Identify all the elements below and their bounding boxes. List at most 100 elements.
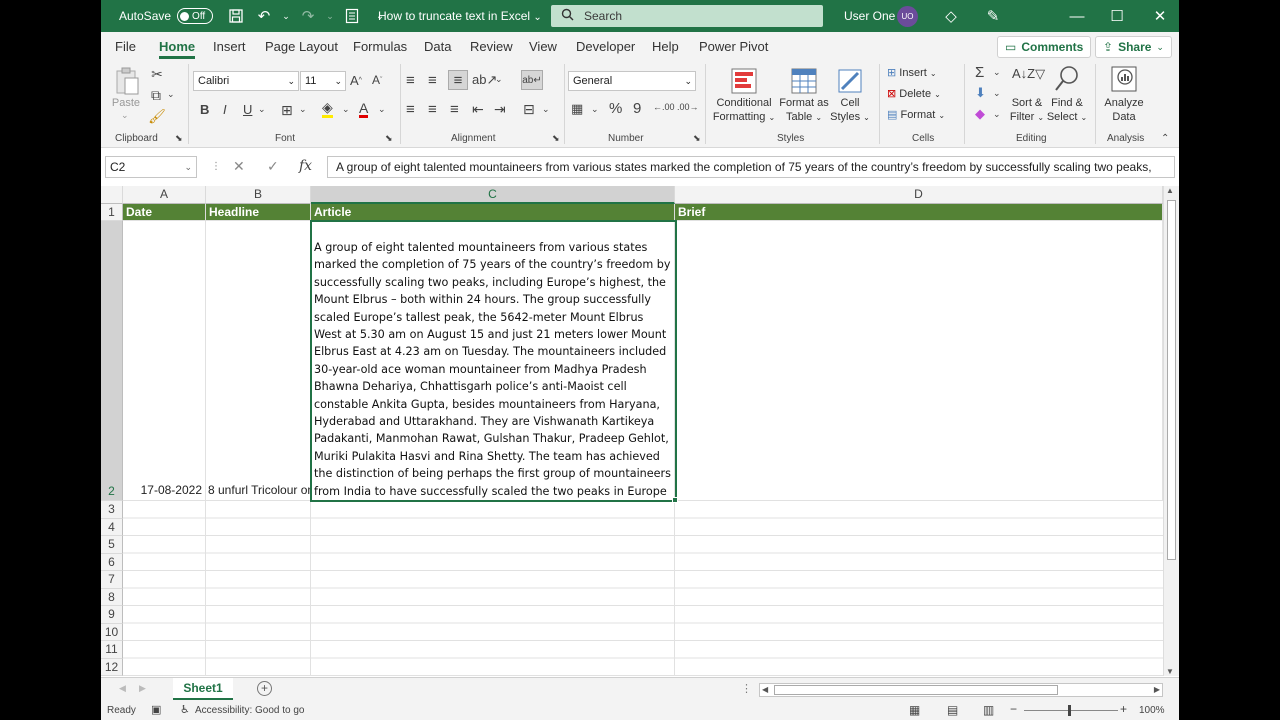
user-name[interactable]: User One bbox=[844, 9, 895, 23]
font-color-icon[interactable]: A bbox=[359, 100, 369, 118]
orientation-dropdown-icon[interactable]: ⌄ bbox=[495, 74, 503, 85]
row-header[interactable]: 2 bbox=[101, 221, 123, 501]
decrease-font-icon[interactable]: Aˇ bbox=[372, 73, 382, 87]
row-header[interactable]: 12 bbox=[101, 658, 123, 676]
zoom-level[interactable]: 100% bbox=[1139, 705, 1165, 716]
scroll-down-icon[interactable]: ▼ bbox=[1166, 667, 1174, 676]
next-sheet-icon[interactable]: ▶ bbox=[139, 683, 146, 694]
save-icon[interactable] bbox=[225, 5, 247, 27]
row-header[interactable]: 6 bbox=[101, 553, 123, 571]
undo-dropdown-icon[interactable]: ⌄ bbox=[281, 5, 291, 27]
accessibility-icon[interactable]: ♿ bbox=[180, 703, 190, 716]
zoom-out-icon[interactable]: − bbox=[1010, 702, 1017, 716]
align-top-icon[interactable]: ≡ bbox=[406, 72, 415, 89]
analyze-data-label[interactable]: Analyze Data bbox=[1101, 96, 1147, 124]
redo-dropdown-icon[interactable]: ⌄ bbox=[325, 5, 335, 27]
tab-power-pivot[interactable]: Power Pivot bbox=[699, 39, 768, 54]
font-launcher-icon[interactable]: ⬊ bbox=[385, 133, 393, 144]
cell-a1[interactable]: Date bbox=[123, 204, 206, 221]
copy-icon[interactable]: ⧉ bbox=[148, 87, 164, 103]
clear-dropdown-icon[interactable]: ⌄ bbox=[993, 109, 1001, 120]
search-box[interactable]: Search bbox=[551, 5, 823, 27]
cell-a2[interactable]: 17-08-2022 bbox=[123, 221, 206, 501]
delete-cells-button[interactable]: ⊠ Delete ⌄ bbox=[887, 87, 957, 102]
conditional-formatting-label[interactable]: Conditional Formatting ⌄ bbox=[709, 96, 779, 125]
prev-sheet-icon[interactable]: ◀ bbox=[119, 683, 126, 694]
clipboard-launcher-icon[interactable]: ⬊ bbox=[175, 133, 183, 144]
number-launcher-icon[interactable]: ⬊ bbox=[693, 133, 701, 144]
row-header[interactable]: 9 bbox=[101, 606, 123, 624]
font-size-select[interactable]: 11 ⌄ bbox=[300, 71, 346, 91]
autosum-dropdown-icon[interactable]: ⌄ bbox=[993, 67, 1001, 78]
align-bottom-icon[interactable]: ≡ bbox=[448, 70, 468, 90]
zoom-slider[interactable] bbox=[1024, 705, 1118, 716]
align-center-icon[interactable]: ≡ bbox=[428, 101, 437, 118]
autosave-toggle[interactable]: Off bbox=[177, 8, 214, 24]
percent-icon[interactable]: % bbox=[609, 100, 622, 117]
undo-icon[interactable]: ↶ bbox=[253, 5, 275, 27]
tab-insert[interactable]: Insert bbox=[213, 39, 246, 54]
row-header[interactable]: 7 bbox=[101, 571, 123, 589]
tab-formulas[interactable]: Formulas bbox=[353, 39, 407, 54]
redo-icon[interactable]: ↷ bbox=[297, 5, 319, 27]
increase-indent-icon[interactable]: ⇥ bbox=[494, 101, 506, 118]
page-break-view-icon[interactable]: ▥ bbox=[983, 703, 994, 717]
column-header-c[interactable]: C bbox=[311, 186, 675, 204]
conditional-formatting-icon[interactable] bbox=[729, 66, 759, 96]
font-color-dropdown-icon[interactable]: ⌄ bbox=[378, 104, 386, 115]
accounting-dropdown-icon[interactable]: ⌄ bbox=[591, 104, 599, 115]
scroll-left-icon[interactable]: ◀ bbox=[762, 685, 768, 694]
merge-dropdown-icon[interactable]: ⌄ bbox=[542, 104, 550, 115]
cancel-icon[interactable]: ✕ bbox=[233, 158, 245, 175]
name-box[interactable]: C2 ⌄ bbox=[105, 156, 197, 178]
increase-decimal-icon[interactable]: ←.00 bbox=[653, 102, 675, 112]
collapse-ribbon-icon[interactable]: ⌃ bbox=[1161, 133, 1169, 144]
fill-handle[interactable] bbox=[672, 497, 678, 503]
cell-styles-icon[interactable] bbox=[835, 66, 865, 96]
pen-icon[interactable]: ✎ bbox=[982, 5, 1004, 27]
tab-review[interactable]: Review bbox=[470, 39, 513, 54]
paste-dropdown-icon[interactable]: ⌄ bbox=[121, 110, 129, 121]
cell-b2[interactable]: 8 unfurl Tricolour on Mount Elbrus bbox=[206, 221, 311, 501]
avatar[interactable]: UO bbox=[897, 6, 918, 27]
tab-file[interactable]: File bbox=[115, 39, 136, 54]
copy-dropdown-icon[interactable]: ⌄ bbox=[167, 89, 175, 100]
row-header[interactable]: 3 bbox=[101, 501, 123, 519]
normal-view-icon[interactable]: ▦ bbox=[909, 703, 920, 717]
cell-styles-label[interactable]: Cell Styles ⌄ bbox=[825, 96, 875, 125]
zoom-slider-thumb[interactable] bbox=[1068, 705, 1071, 716]
sort-filter-icon[interactable]: A↓Z▽ bbox=[1012, 66, 1045, 82]
underline-dropdown-icon[interactable]: ⌄ bbox=[258, 104, 266, 115]
column-header-b[interactable]: B bbox=[206, 186, 311, 204]
cell-b1[interactable]: Headline bbox=[206, 204, 311, 221]
paste-label[interactable]: Paste bbox=[111, 96, 141, 110]
insert-function-icon[interactable]: fx bbox=[299, 158, 312, 174]
zoom-in-icon[interactable]: + bbox=[1120, 702, 1127, 716]
tab-help[interactable]: Help bbox=[652, 39, 679, 54]
italic-icon[interactable]: I bbox=[223, 102, 227, 117]
scroll-right-icon[interactable]: ▶ bbox=[1154, 685, 1160, 694]
comments-button[interactable]: ▭ Comments bbox=[997, 36, 1092, 58]
tab-view[interactable]: View bbox=[529, 39, 557, 54]
decrease-indent-icon[interactable]: ⇤ bbox=[472, 101, 484, 118]
cell-c2[interactable]: A group of eight talented mountaineers f… bbox=[311, 221, 675, 501]
format-cells-button[interactable]: ▤ Format ⌄ bbox=[887, 108, 957, 123]
find-select-label[interactable]: Find & Select ⌄ bbox=[1045, 96, 1089, 125]
fill-color-dropdown-icon[interactable]: ⌄ bbox=[342, 104, 350, 115]
comma-style-icon[interactable]: 9 bbox=[633, 100, 641, 117]
form-icon[interactable] bbox=[341, 5, 363, 27]
macro-recording-icon[interactable]: ▣ bbox=[151, 703, 161, 716]
fill-color-icon[interactable]: ◈ bbox=[322, 99, 333, 118]
cell-d2[interactable] bbox=[675, 221, 1163, 501]
cut-icon[interactable]: ✂ bbox=[149, 66, 165, 82]
analyze-data-icon[interactable] bbox=[1109, 64, 1139, 94]
tab-developer[interactable]: Developer bbox=[576, 39, 635, 54]
accounting-format-icon[interactable]: ▦ bbox=[571, 101, 583, 117]
fill-icon[interactable]: ⬇ bbox=[975, 85, 986, 101]
scroll-up-icon[interactable]: ▲ bbox=[1166, 186, 1174, 195]
row-header[interactable]: 10 bbox=[101, 623, 123, 641]
scroll-thumb[interactable] bbox=[1167, 200, 1176, 560]
font-family-select[interactable]: Calibri ⌄ bbox=[193, 71, 299, 91]
page-layout-view-icon[interactable]: ▤ bbox=[947, 703, 958, 717]
orientation-icon[interactable]: ab↗ bbox=[472, 72, 497, 88]
